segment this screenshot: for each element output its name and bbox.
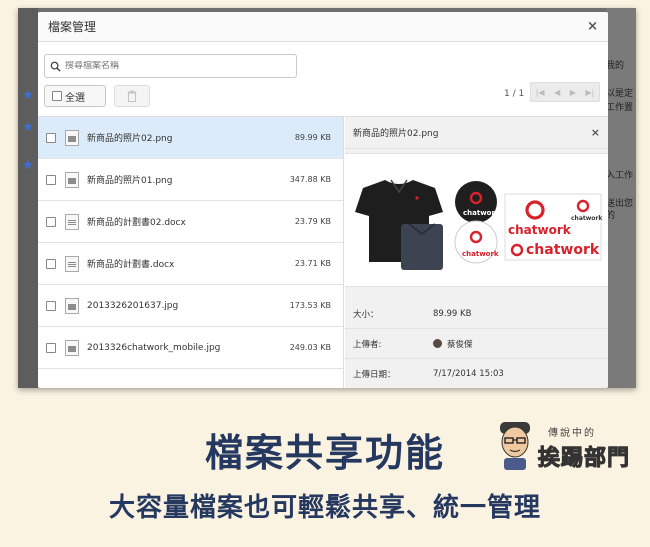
image-file-icon xyxy=(65,339,79,356)
file-manager-dialog: 檔案管理 × 全選 1 / 1 |◀ ◀ ▶ ▶| 新商品的照片02.png xyxy=(38,12,608,388)
search-icon xyxy=(50,61,61,72)
detail-header: 新商品的照片02.png × xyxy=(345,117,608,149)
file-list: 新商品的照片02.png 89.99 KB 新商品的照片01.png 347.8… xyxy=(38,116,344,388)
file-size: 173.53 KB xyxy=(289,301,331,310)
image-file-icon xyxy=(65,297,79,314)
file-checkbox[interactable] xyxy=(46,132,56,143)
logo-big-text: 挨踢部門 xyxy=(537,446,631,472)
document-file-icon xyxy=(65,213,79,230)
image-preview[interactable]: chatwork chatwork chatwork chatwork chat… xyxy=(345,153,608,287)
screenshot-frame: ★ ★ ★ 我的 以是定 工作置 入工作 送出您的 檔案管理 × 全選 1 / … xyxy=(18,8,636,388)
file-row[interactable]: 2013326201637.jpg 173.53 KB xyxy=(38,285,343,327)
meta-size: 大小： 89.99 KB xyxy=(345,299,608,329)
dialog-title: 檔案管理 xyxy=(48,20,97,34)
pagination-controls: |◀ ◀ ▶ ▶| xyxy=(530,82,600,102)
brand-label: chatwork xyxy=(463,209,500,217)
meta-uploader-value: 蔡俊傑 xyxy=(433,338,608,350)
meta-uploader-label: 上傳者: xyxy=(353,339,382,350)
file-name: 新商品的計劃書02.docx xyxy=(87,218,186,228)
background-text: 我的 xyxy=(606,61,625,71)
file-name: 新商品的計劃書.docx xyxy=(87,260,175,270)
brand-label: chatwork xyxy=(526,242,600,258)
file-checkbox[interactable] xyxy=(46,300,56,311)
meta-size-label: 大小： xyxy=(353,309,379,320)
site-logo: 傳說中的 挨踢部門 xyxy=(496,418,636,476)
star-icon[interactable]: ★ xyxy=(22,88,34,103)
brand-label: chatwork xyxy=(571,215,603,222)
search-box[interactable] xyxy=(44,54,297,78)
image-file-icon xyxy=(65,171,79,188)
next-page-icon[interactable]: ▶ xyxy=(570,88,576,97)
dialog-header: 檔案管理 × xyxy=(38,12,608,42)
avatar xyxy=(433,339,442,348)
detail-title: 新商品的照片02.png xyxy=(353,129,439,139)
select-all-checkbox[interactable] xyxy=(52,91,62,101)
file-size: 89.99 KB xyxy=(294,133,331,142)
logo-small-text: 傳說中的 xyxy=(548,428,596,439)
close-icon[interactable]: × xyxy=(591,126,600,139)
file-checkbox[interactable] xyxy=(46,258,56,269)
file-row[interactable]: 新商品的照片01.png 347.88 KB xyxy=(38,159,343,201)
file-row[interactable]: 新商品的照片02.png 89.99 KB xyxy=(38,117,343,159)
select-all-button[interactable]: 全選 xyxy=(44,85,106,107)
cartoon-face-icon xyxy=(500,422,530,470)
file-size: 23.79 KB xyxy=(294,217,331,226)
brand-label: chatwork xyxy=(508,223,571,237)
file-name: 新商品的照片01.png xyxy=(87,176,173,186)
file-name: 新商品的照片02.png xyxy=(87,134,173,144)
file-row[interactable]: 新商品的計劃書02.docx 23.79 KB xyxy=(38,201,343,243)
background-left-strip xyxy=(18,8,38,388)
file-name: 2013326chatwork_mobile.jpg xyxy=(87,342,221,353)
file-size: 347.88 KB xyxy=(289,175,331,184)
meta-date: 上傳日期： 7/17/2014 15:03 xyxy=(345,359,608,388)
file-size: 23.71 KB xyxy=(294,259,331,268)
star-icon[interactable]: ★ xyxy=(22,158,34,173)
file-checkbox[interactable] xyxy=(46,216,56,227)
background-text: 工作置 xyxy=(606,103,634,113)
preview-image xyxy=(355,179,602,270)
image-file-icon xyxy=(65,129,79,146)
star-icon[interactable]: ★ xyxy=(22,120,34,135)
file-checkbox[interactable] xyxy=(46,342,56,353)
first-page-icon[interactable]: |◀ xyxy=(536,88,545,97)
background-text: 送出您的 xyxy=(606,199,634,221)
meta-date-label: 上傳日期： xyxy=(353,369,396,380)
select-all-label: 全選 xyxy=(65,92,85,104)
brand-label: chatwork xyxy=(462,250,499,258)
file-checkbox[interactable] xyxy=(46,174,56,185)
prev-page-icon[interactable]: ◀ xyxy=(554,88,560,97)
file-row[interactable]: 2013326chatwork_mobile.jpg 249.03 KB xyxy=(38,327,343,369)
uploader-name: 蔡俊傑 xyxy=(447,339,473,350)
last-page-icon[interactable]: ▶| xyxy=(585,88,594,97)
document-file-icon xyxy=(65,255,79,272)
caption-subtitle: 大容量檔案也可輕鬆共享、統一管理 xyxy=(108,493,541,523)
pagination-text: 1 / 1 xyxy=(504,89,525,99)
meta-size-value: 89.99 KB xyxy=(433,308,472,319)
delete-button[interactable] xyxy=(114,85,150,107)
background-text: 入工作 xyxy=(606,171,634,181)
search-input[interactable] xyxy=(65,61,285,71)
file-detail-panel: 新商品的照片02.png × chatwork chatwork chatwor… xyxy=(345,116,608,388)
meta-uploader: 上傳者: 蔡俊傑 xyxy=(345,329,608,359)
file-name: 2013326201637.jpg xyxy=(87,300,179,311)
background-text: 以是定 xyxy=(606,89,634,99)
file-size: 249.03 KB xyxy=(289,343,331,352)
trash-icon xyxy=(127,90,137,102)
close-icon[interactable]: × xyxy=(587,19,598,34)
meta-date-value: 7/17/2014 15:03 xyxy=(433,368,504,379)
file-row[interactable]: 新商品的計劃書.docx 23.71 KB xyxy=(38,243,343,285)
